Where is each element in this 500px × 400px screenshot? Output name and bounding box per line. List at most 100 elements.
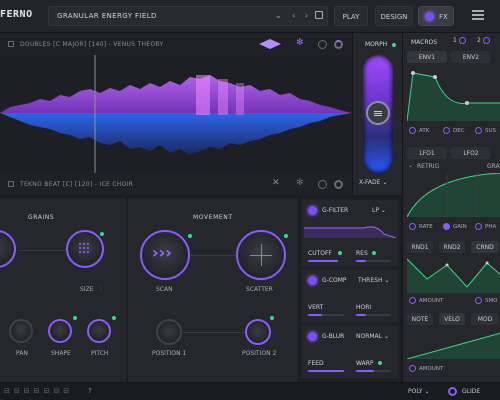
power-icon[interactable] <box>308 206 317 215</box>
power-icon[interactable] <box>308 276 317 285</box>
vert-slider[interactable] <box>308 314 344 316</box>
lfo1-tab[interactable]: LFO1 <box>407 147 447 159</box>
chevron-down-icon[interactable]: ⌄ <box>275 11 282 20</box>
lfo2-tab[interactable]: LFO2 <box>451 147 491 159</box>
rnd-amount-label: AMOUNT <box>419 298 444 304</box>
pitch-label: PITCH <box>91 350 109 357</box>
lock-icon[interactable] <box>8 181 14 187</box>
chevron-down-icon[interactable]: ⌄ <box>408 162 413 169</box>
scan-knob[interactable]: ››› <box>140 230 190 280</box>
random-display[interactable] <box>407 257 500 293</box>
rate-knob[interactable] <box>409 223 416 230</box>
preset-selector[interactable]: GRANULAR ENERGY FIELD ⌄ ‹ › <box>48 6 328 26</box>
grains-left-knob[interactable] <box>0 230 16 268</box>
power-icon[interactable] <box>308 332 317 341</box>
record-icon[interactable] <box>318 180 327 189</box>
help-icon[interactable]: ? <box>88 387 92 395</box>
position-2-knob[interactable] <box>245 319 271 345</box>
note-tab[interactable]: NOTE <box>407 313 433 325</box>
movement-title: MOVEMENT <box>193 214 233 221</box>
poly-select[interactable]: POLY ⌄ <box>408 388 430 395</box>
rnd2-tab[interactable]: RND2 <box>439 241 465 253</box>
grid-icon <box>79 243 89 253</box>
lock-icon[interactable] <box>8 41 14 47</box>
sample-a-diamond-icon[interactable] <box>259 38 281 50</box>
power-icon <box>425 12 434 21</box>
glide-toggle-icon[interactable] <box>448 387 457 396</box>
play-tab[interactable]: PLAY <box>334 6 368 26</box>
gfilter-mode-select[interactable]: LP ⌄ <box>372 207 386 214</box>
morph-slider[interactable] <box>363 55 393 173</box>
velo-tab[interactable]: VELO <box>439 313 465 325</box>
morph-handle[interactable] <box>366 101 390 125</box>
shape-label: SHAPE <box>51 350 71 357</box>
hori-slider[interactable] <box>356 314 390 316</box>
feed-label: FEED <box>308 360 324 367</box>
record-icon[interactable] <box>318 40 327 49</box>
rnd-amount-knob[interactable] <box>409 297 416 304</box>
attack-knob[interactable] <box>409 127 416 134</box>
mod-tab[interactable]: MOD <box>471 313 499 325</box>
more-icon[interactable]: ⋮ <box>98 286 104 293</box>
macro-ring-icon <box>458 37 466 44</box>
fx-column: G-FILTER LP ⌄ CUTOFF RES G-COMP THRESH ⌄… <box>300 198 400 382</box>
design-tab[interactable]: DESIGN <box>375 6 413 26</box>
transport-controls[interactable]: ⊟⊟⊟⊟⊟⊟⊟ <box>4 387 73 395</box>
size-knob[interactable] <box>66 230 104 268</box>
morph-mode-select[interactable]: X-FADE ⌄ <box>359 179 399 186</box>
atk-label: ATK <box>419 128 430 134</box>
filter-curve[interactable] <box>304 220 396 238</box>
gain-label: GAIN <box>453 224 467 230</box>
position-2-label: POSITION 2 <box>242 350 277 357</box>
warp-slider[interactable] <box>356 370 390 372</box>
env1-tab[interactable]: ENV1 <box>407 51 447 63</box>
grains-title: GRAINS <box>28 214 55 221</box>
rnd1-tab[interactable]: RND1 <box>407 241 433 253</box>
scatter-knob[interactable] <box>236 230 286 280</box>
macro-1[interactable]: 1 <box>453 37 466 44</box>
res-slider[interactable] <box>356 260 390 262</box>
app-logo: FERNO <box>0 9 33 20</box>
morph-active-indicator <box>392 43 396 47</box>
feed-slider[interactable] <box>308 370 344 372</box>
velocity-display[interactable] <box>407 329 500 359</box>
waveform-display[interactable] <box>0 55 352 173</box>
chevrons-right-icon: ››› <box>152 243 172 262</box>
loop-icon[interactable] <box>334 40 343 49</box>
modulation-indicator <box>284 234 288 238</box>
note-amount-knob[interactable] <box>409 365 416 372</box>
position-1-knob[interactable] <box>156 319 182 345</box>
retrig-label[interactable]: RETRIG <box>417 163 439 170</box>
hori-label: HORI <box>356 304 372 311</box>
freeze-icon[interactable]: ✻ <box>296 38 304 48</box>
prev-preset-icon[interactable]: ‹ <box>292 11 295 20</box>
sustain-knob[interactable] <box>475 127 482 134</box>
pan-knob[interactable] <box>9 319 33 343</box>
close-icon[interactable]: ✕ <box>272 178 280 188</box>
phase-knob[interactable] <box>475 223 482 230</box>
loop-icon[interactable] <box>334 180 343 189</box>
grid-label[interactable]: GRA <box>487 163 500 170</box>
fx-tab[interactable]: FX <box>418 6 454 26</box>
menu-icon[interactable] <box>472 10 484 22</box>
smooth-knob[interactable] <box>475 297 482 304</box>
cutoff-slider[interactable] <box>308 260 338 262</box>
macro-2[interactable]: 2 <box>477 37 490 44</box>
modulation-indicator <box>100 232 104 236</box>
pitch-knob[interactable] <box>87 319 111 343</box>
gain-knob[interactable] <box>443 223 450 230</box>
gblur-mode-select[interactable]: NORMAL ⌄ <box>356 333 389 340</box>
lfo-display[interactable] <box>407 173 500 217</box>
save-icon[interactable] <box>315 11 323 19</box>
crnd-tab[interactable]: CRND <box>471 241 499 253</box>
shape-knob[interactable] <box>48 319 72 343</box>
decay-knob[interactable] <box>443 127 450 134</box>
envelope-display[interactable] <box>407 67 500 121</box>
next-preset-icon[interactable]: › <box>305 11 308 20</box>
env2-tab[interactable]: ENV2 <box>451 51 491 63</box>
freeze-icon[interactable]: ✻ <box>296 178 304 188</box>
grains-panel: GRAINS SIZE ⋮ PAN SHAPE PITCH <box>0 198 126 382</box>
morph-panel: MORPH X-FADE ⌄ <box>352 33 402 195</box>
gcomp-mode-select[interactable]: THRESH ⌄ <box>358 277 389 284</box>
modulation-indicator <box>338 251 342 255</box>
